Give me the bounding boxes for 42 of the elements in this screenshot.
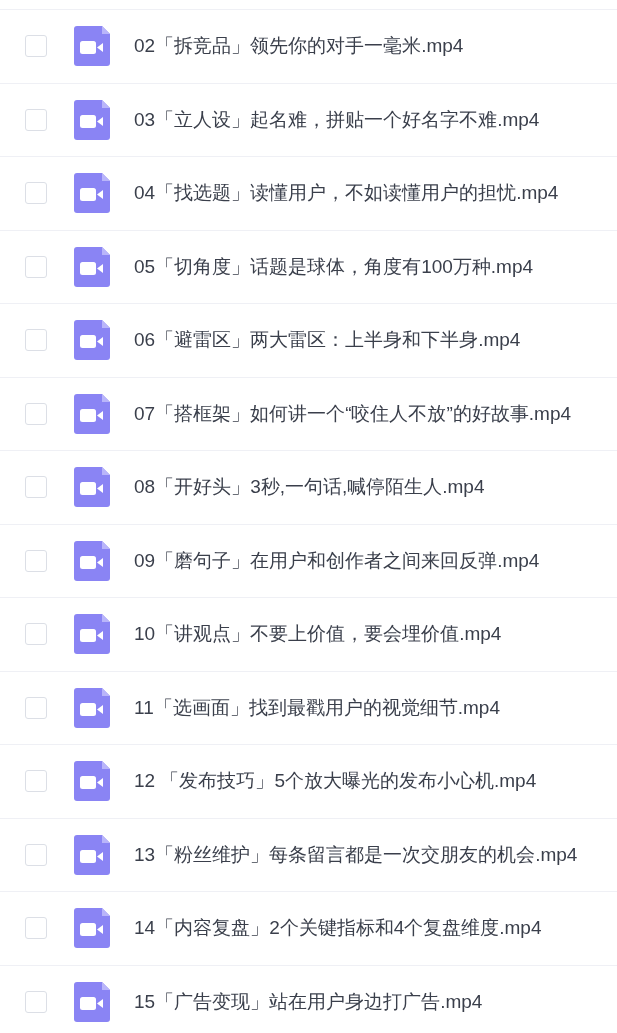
file-name[interactable]: 08「开好头」3秒,一句话,喊停陌生人.mp4 <box>134 474 485 501</box>
checkbox[interactable] <box>25 108 47 131</box>
file-name[interactable]: 12 「发布技巧」5个放大曝光的发布小心机.mp4 <box>134 768 537 795</box>
video-file-icon <box>74 467 110 508</box>
checkbox[interactable] <box>25 182 47 205</box>
file-name[interactable]: 05「切角度」话题是球体，角度有100万种.mp4 <box>134 253 534 280</box>
checkbox[interactable] <box>25 623 47 646</box>
video-file-icon <box>74 393 110 434</box>
video-file-icon <box>74 981 110 1022</box>
file-name[interactable]: 04「找选题」读懂用户，不如读懂用户的担忧.mp4 <box>134 180 559 207</box>
video-file-icon <box>74 99 110 140</box>
checkbox[interactable] <box>25 549 47 572</box>
video-file-icon <box>74 761 110 802</box>
video-file-icon <box>74 614 110 655</box>
video-file-icon <box>74 26 110 67</box>
file-name[interactable]: 13「粉丝维护」每条留言都是一次交朋友的机会.mp4 <box>134 841 578 868</box>
checkbox[interactable] <box>25 917 47 940</box>
video-file-icon <box>74 540 110 581</box>
checkbox[interactable] <box>25 990 47 1013</box>
video-file-icon <box>74 834 110 875</box>
checkbox[interactable] <box>25 402 47 425</box>
checkbox[interactable] <box>25 696 47 719</box>
checkbox[interactable] <box>25 255 47 278</box>
file-name[interactable]: 15「广告变现」站在用户身边打广告.mp4 <box>134 988 483 1015</box>
video-file-icon <box>74 687 110 728</box>
file-name[interactable]: 10「讲观点」不要上价值，要会埋价值.mp4 <box>134 621 502 648</box>
file-name[interactable]: 14「内容复盘」2个关键指标和4个复盘维度.mp4 <box>134 915 542 942</box>
video-file-icon <box>74 320 110 361</box>
file-name[interactable]: 02「拆竞品」领先你的对手一毫米.mp4 <box>134 33 464 60</box>
file-name[interactable]: 11「选画面」找到最戳用户的视觉细节.mp4 <box>134 694 500 721</box>
video-file-icon <box>74 908 110 949</box>
file-name[interactable]: 03「立人设」起名难，拼贴一个好名字不难.mp4 <box>134 106 540 133</box>
checkbox[interactable] <box>25 843 47 866</box>
file-name[interactable]: 09「磨句子」在用户和创作者之间来回反弹.mp4 <box>134 547 540 574</box>
checkbox[interactable] <box>25 35 47 58</box>
checkbox[interactable] <box>25 476 47 499</box>
checkbox[interactable] <box>25 329 47 352</box>
file-name[interactable]: 07「搭框架」如何讲一个“咬住人不放”的好故事.mp4 <box>134 400 572 427</box>
checkbox[interactable] <box>25 770 47 793</box>
video-file-icon <box>74 173 110 214</box>
video-file-icon <box>74 246 110 287</box>
file-name[interactable]: 06「避雷区」两大雷区：上半身和下半身.mp4 <box>134 327 521 354</box>
